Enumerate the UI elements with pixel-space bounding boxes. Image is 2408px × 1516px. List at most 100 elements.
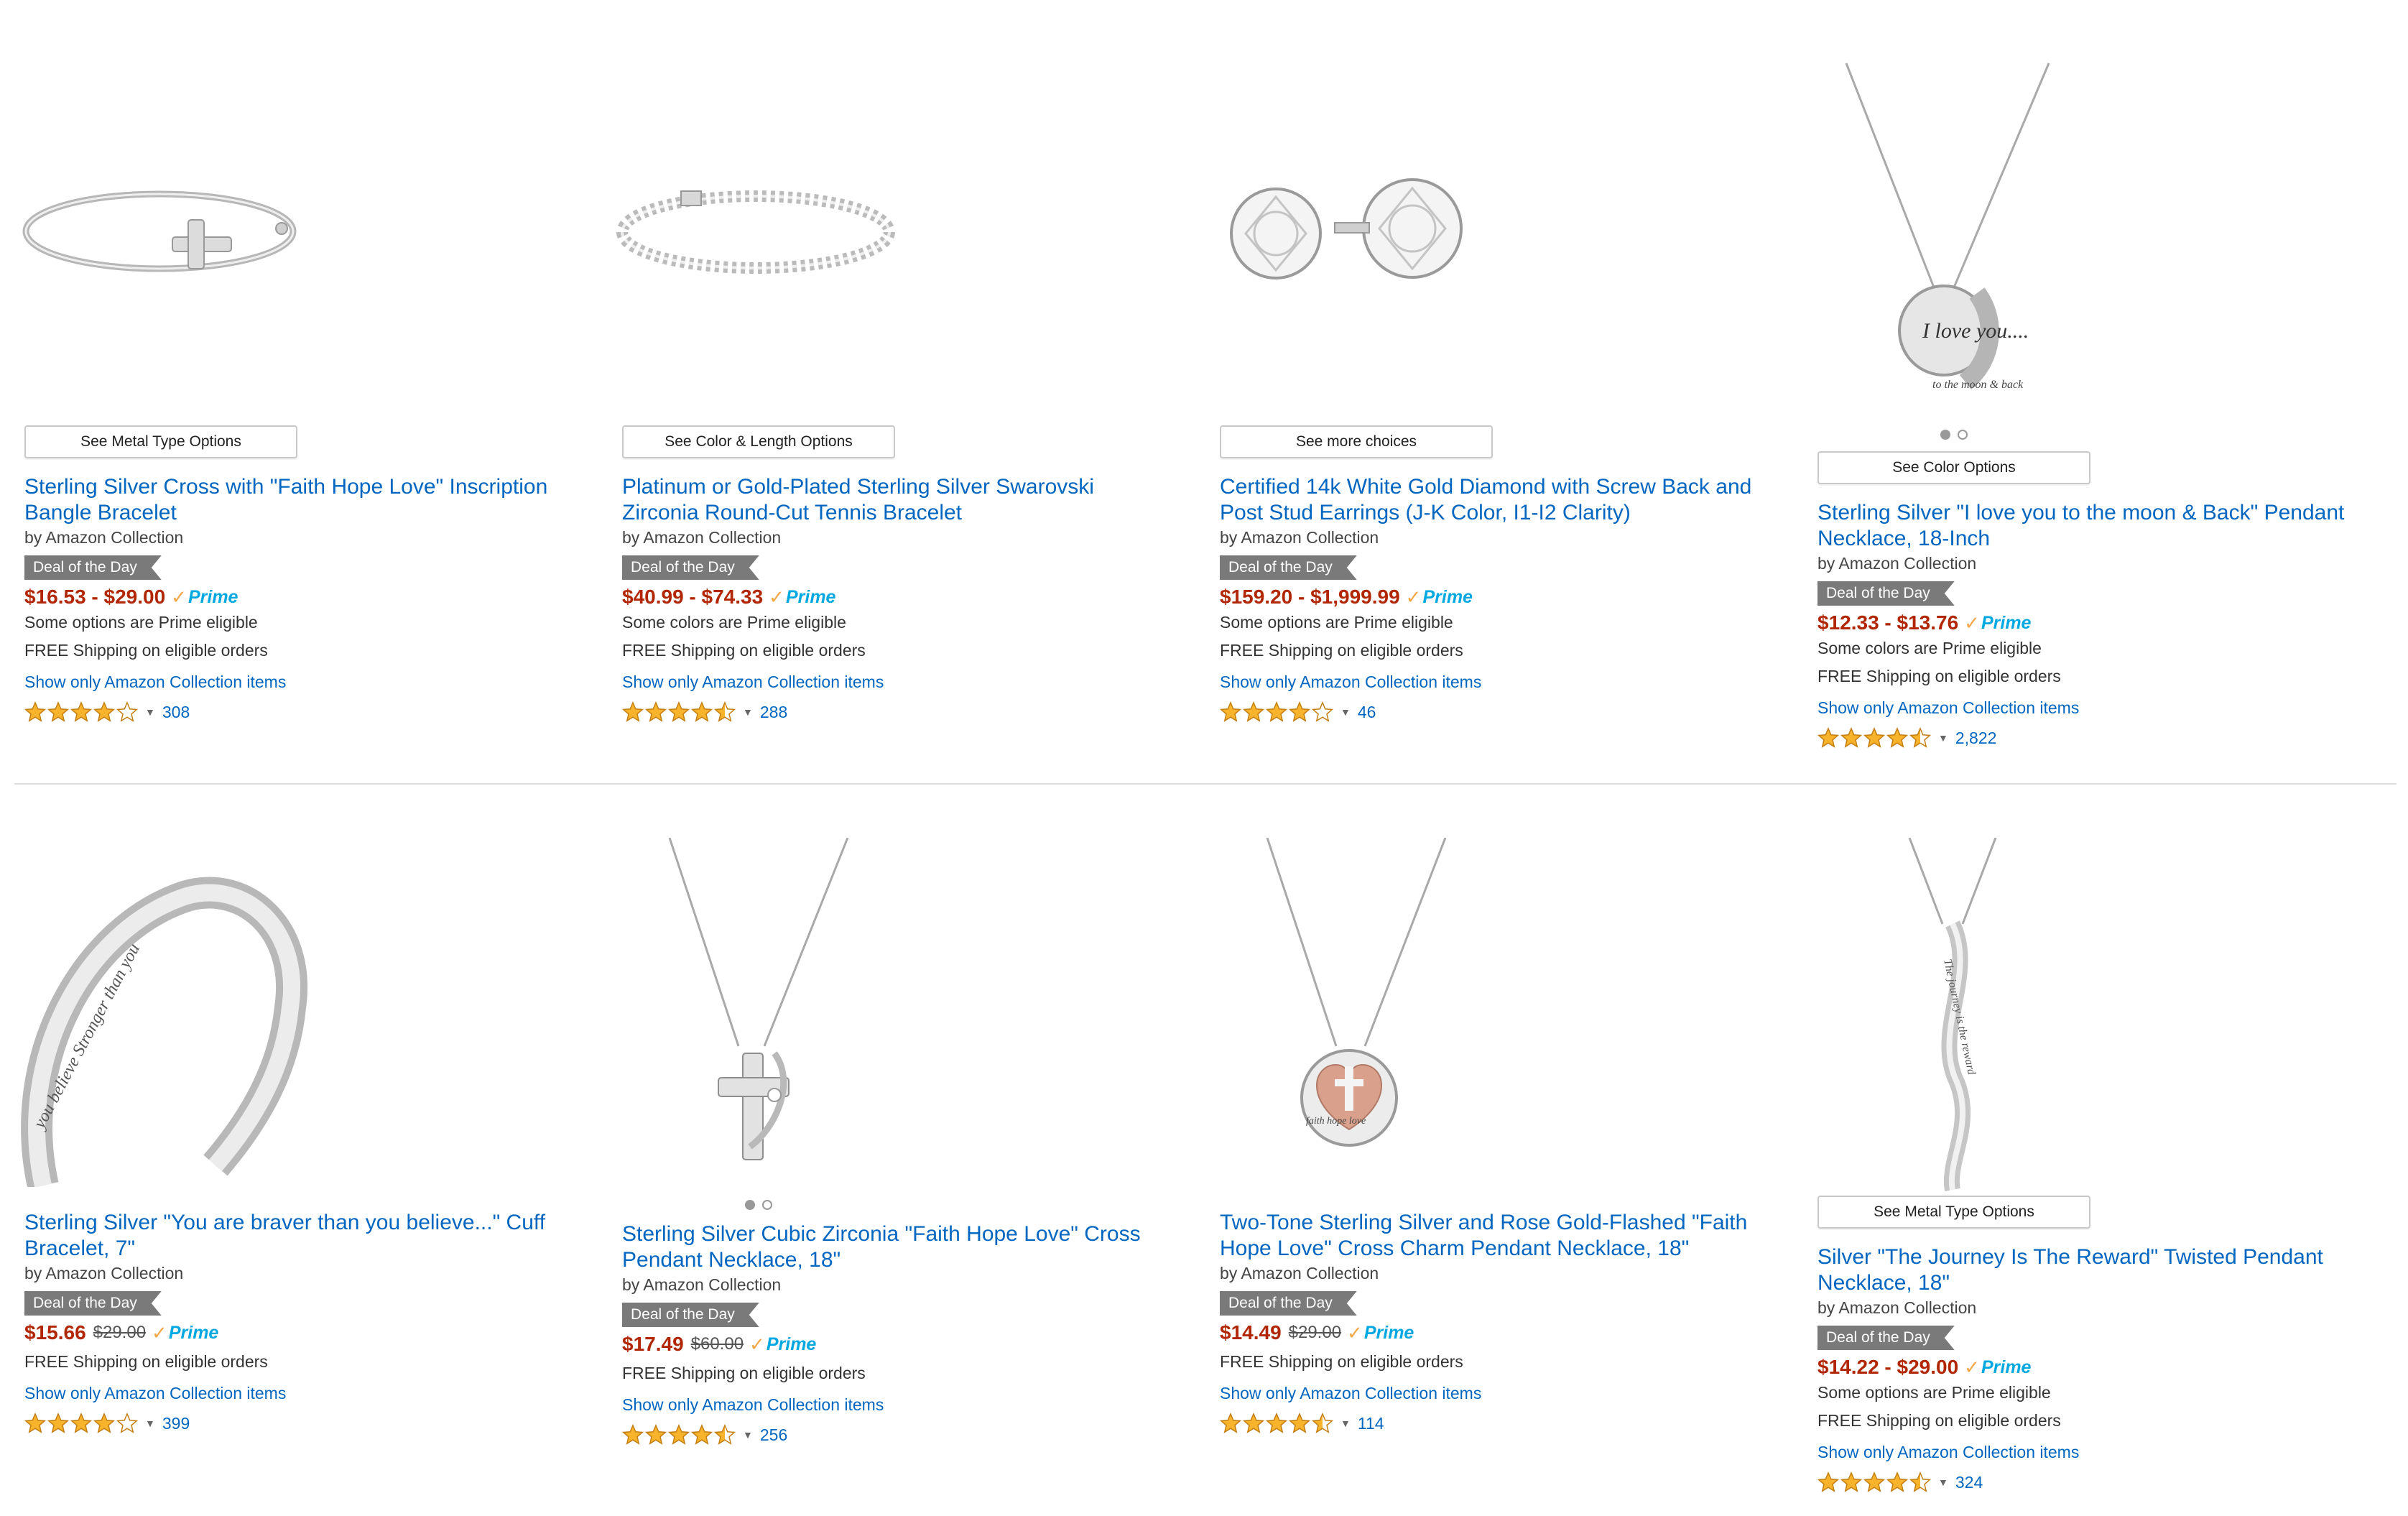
star-rating[interactable]: [1817, 727, 1932, 749]
options-button[interactable]: See more choices: [1220, 425, 1493, 458]
star-rating[interactable]: [1220, 701, 1335, 723]
carousel-dot-active[interactable]: [1940, 430, 1950, 440]
star-rating[interactable]: [1220, 1413, 1335, 1434]
review-count-link[interactable]: 308: [162, 703, 190, 722]
carousel-dot[interactable]: [762, 1200, 772, 1210]
deal-badge: Deal of the Day: [24, 1291, 162, 1316]
amazon-collection-filter-link[interactable]: Show only Amazon Collection items: [24, 1377, 585, 1409]
amazon-collection-filter-link[interactable]: Show only Amazon Collection items: [1220, 1377, 1780, 1409]
star-rating[interactable]: [24, 1413, 139, 1434]
review-count-link[interactable]: 46: [1358, 703, 1376, 722]
star-icon: [668, 701, 690, 722]
prime-check-icon: ✓: [1964, 1356, 1980, 1378]
stud-earrings-image[interactable]: [1195, 43, 1770, 402]
carousel-dots[interactable]: [1817, 424, 2090, 445]
star-icon: [691, 701, 713, 722]
results-row: you believe Stronger than you Sterling S…: [0, 785, 2408, 1516]
rating: ▼ 114: [1220, 1409, 1780, 1438]
rating: ▼ 308: [24, 698, 585, 726]
star-rating[interactable]: [24, 701, 139, 723]
price: $14.22 - $29.00: [1817, 1356, 1959, 1378]
review-count-link[interactable]: 114: [1358, 1414, 1384, 1433]
brand-byline: by Amazon Collection: [1817, 554, 1977, 573]
prime-badge: ✓ Prime: [171, 586, 238, 609]
prime-eligibility-note: Some options are Prime eligible: [24, 613, 258, 632]
tennis-bracelet-image[interactable]: [598, 43, 1172, 402]
chevron-down-icon[interactable]: ▼: [1938, 1476, 1948, 1488]
options-button[interactable]: See Color Options: [1817, 451, 2090, 484]
review-count-link[interactable]: 2,822: [1955, 729, 1997, 748]
prime-label: Prime: [168, 1322, 219, 1343]
brand-byline: by Amazon Collection: [24, 1264, 184, 1282]
cross-pendant-necklace-image[interactable]: [598, 838, 1172, 1197]
prime-label: Prime: [1422, 586, 1473, 607]
product-title-link[interactable]: Two-Tone Sterling Silver and Rose Gold-F…: [1220, 1210, 1766, 1262]
cuff-bracelet-image[interactable]: you believe Stronger than you: [0, 828, 575, 1187]
twisted-pendant-necklace-image[interactable]: The journey is the reward: [1793, 838, 2368, 1197]
prime-label: Prime: [766, 1334, 817, 1354]
carousel-dot-active[interactable]: [745, 1200, 755, 1210]
price-line: $40.99 - $74.33 ✓ Prime: [622, 584, 1182, 610]
chevron-down-icon[interactable]: ▼: [145, 1418, 155, 1429]
product-title-link[interactable]: Sterling Silver "You are braver than you…: [24, 1210, 570, 1262]
amazon-collection-filter-link[interactable]: Show only Amazon Collection items: [622, 666, 1182, 698]
review-count-link[interactable]: 288: [760, 703, 787, 722]
price-line: $14.49 $29.00 ✓ Prime: [1220, 1320, 1780, 1346]
star-icon: [1909, 727, 1931, 748]
product-title-link[interactable]: Certified 14k White Gold Diamond with Sc…: [1220, 474, 1766, 526]
chevron-down-icon[interactable]: ▼: [1938, 732, 1948, 744]
chevron-down-icon[interactable]: ▼: [1340, 1418, 1351, 1429]
carousel-dots[interactable]: [622, 1194, 895, 1216]
price: $40.99 - $74.33: [622, 586, 764, 608]
options-button[interactable]: See Color & Length Options: [622, 425, 895, 458]
review-count-link[interactable]: 399: [162, 1414, 190, 1433]
product-card: you believe Stronger than you Sterling S…: [0, 785, 575, 1516]
star-rating[interactable]: [622, 701, 737, 723]
amazon-collection-filter-link[interactable]: Show only Amazon Collection items: [1817, 1436, 2378, 1468]
prime-check-icon: ✓: [1347, 1321, 1363, 1344]
carousel-dot[interactable]: [1958, 430, 1968, 440]
review-count-link[interactable]: 324: [1955, 1473, 1983, 1492]
options-button[interactable]: See Metal Type Options: [24, 425, 297, 458]
brand-byline: by Amazon Collection: [1817, 1298, 1977, 1317]
chevron-down-icon[interactable]: ▼: [743, 1429, 753, 1441]
star-icon: [93, 1413, 115, 1433]
amazon-collection-filter-link[interactable]: Show only Amazon Collection items: [24, 666, 585, 698]
rating: ▼ 288: [622, 698, 1182, 726]
star-rating[interactable]: [622, 1424, 737, 1446]
price: $16.53 - $29.00: [24, 586, 166, 608]
product-title-link[interactable]: Silver "The Journey Is The Reward" Twist…: [1817, 1244, 2363, 1296]
prime-eligibility-note: Some colors are Prime eligible: [622, 613, 846, 632]
heart-cross-charm-necklace-image[interactable]: faith hope love: [1195, 838, 1770, 1197]
deal-badge: Deal of the Day: [1220, 1291, 1357, 1316]
amazon-collection-filter-link[interactable]: Show only Amazon Collection items: [1220, 666, 1780, 698]
amazon-collection-filter-link[interactable]: Show only Amazon Collection items: [1817, 692, 2378, 724]
product-title-link[interactable]: Sterling Silver Cubic Zirconia "Faith Ho…: [622, 1221, 1168, 1273]
product-title-link[interactable]: Platinum or Gold-Plated Sterling Silver …: [622, 474, 1168, 526]
prime-label: Prime: [785, 586, 836, 607]
moon-pendant-necklace-image[interactable]: I love you.... to the moon & back: [1793, 14, 2368, 391]
star-icon: [93, 701, 115, 722]
prime-badge: ✓ Prime: [1347, 1322, 1414, 1344]
chevron-down-icon[interactable]: ▼: [1340, 706, 1351, 718]
star-rating[interactable]: [1817, 1471, 1932, 1493]
chevron-down-icon[interactable]: ▼: [145, 706, 155, 718]
price: $17.49: [622, 1333, 684, 1355]
price-line: $12.33 - $13.76 ✓ Prime: [1817, 610, 2378, 636]
shipping-note: FREE Shipping on eligible orders: [1817, 667, 2061, 685]
star-icon: [1817, 727, 1839, 748]
star-icon: [1312, 1413, 1333, 1433]
product-title-link[interactable]: Sterling Silver "I love you to the moon …: [1817, 500, 2363, 552]
amazon-collection-filter-link[interactable]: Show only Amazon Collection items: [622, 1389, 1182, 1420]
rating: ▼ 46: [1220, 698, 1780, 726]
shipping-note: FREE Shipping on eligible orders: [24, 1352, 268, 1371]
prime-check-icon: ✓: [769, 586, 784, 608]
cross-bangle-bracelet-image[interactable]: [0, 43, 575, 402]
review-count-link[interactable]: 256: [760, 1425, 787, 1445]
chevron-down-icon[interactable]: ▼: [743, 706, 753, 718]
rating: ▼ 2,822: [1817, 724, 2378, 752]
options-button[interactable]: See Metal Type Options: [1817, 1196, 2090, 1229]
prime-check-icon: ✓: [1405, 586, 1422, 608]
product-title-link[interactable]: Sterling Silver Cross with "Faith Hope L…: [24, 474, 570, 526]
star-icon: [691, 1424, 713, 1445]
